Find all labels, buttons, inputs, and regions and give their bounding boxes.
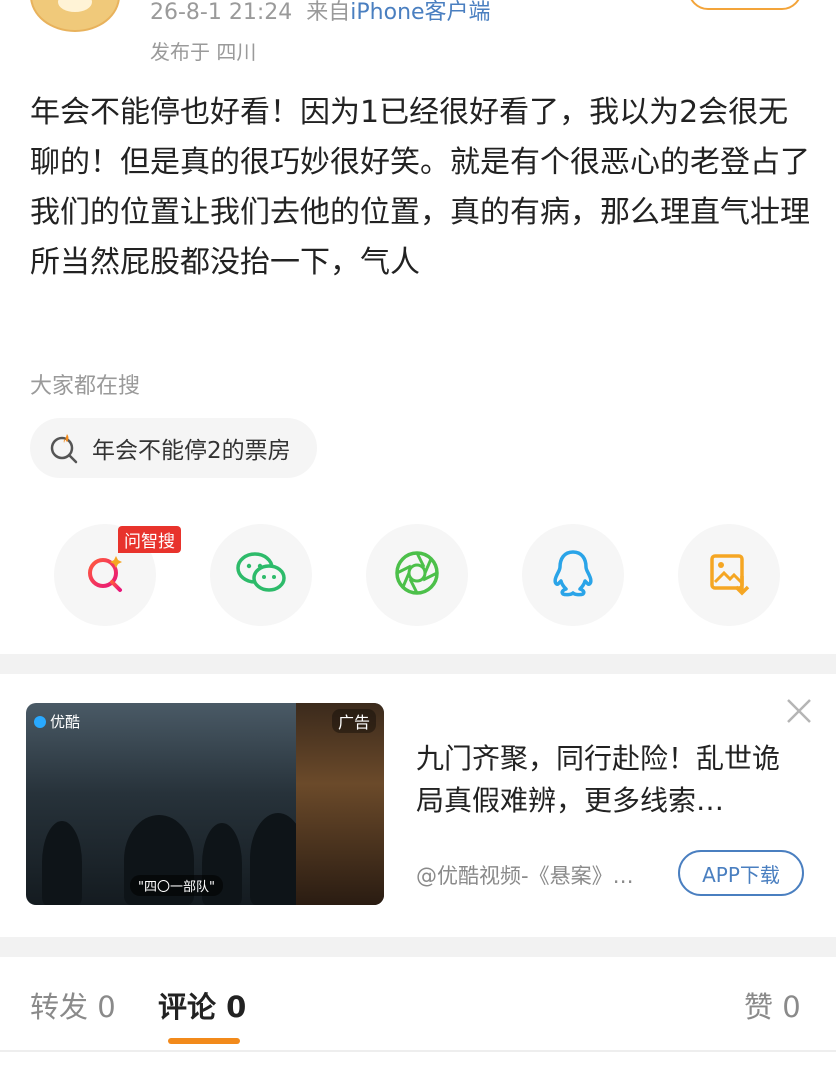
share-qq-button[interactable] xyxy=(522,524,624,626)
trending-search-chip[interactable]: 年会不能停2的票房 xyxy=(30,418,317,478)
save-image-icon xyxy=(706,550,752,600)
active-tab-indicator xyxy=(168,1038,240,1044)
ad-brand: 优酷 xyxy=(34,711,80,732)
tab-divider xyxy=(0,1050,836,1052)
post-source[interactable]: iPhone客户端 xyxy=(350,0,490,25)
ai-search-badge: 问智搜 xyxy=(118,526,181,553)
post-location: 发布于 四川 xyxy=(150,40,257,64)
app-download-button[interactable]: APP下载 xyxy=(678,850,804,896)
qq-icon xyxy=(551,548,595,602)
hot-search-icon xyxy=(46,430,82,466)
ad-poster xyxy=(296,703,384,905)
wechat-icon xyxy=(233,549,289,601)
ad-headline[interactable]: 九门齐聚，同行赴险！乱世诡局真假难辨，更多线索… xyxy=(416,738,806,822)
ad-tag: 广告 xyxy=(331,709,376,733)
source-prefix: 来自 xyxy=(306,0,351,25)
ad-brand-label: 优酷 xyxy=(50,713,81,731)
follow-button[interactable] xyxy=(688,0,802,10)
post-meta: 26-8-1 21:24 来自iPhone客户端 xyxy=(150,0,491,26)
tab-repost[interactable]: 转发 0 xyxy=(30,984,116,1026)
ad-figure xyxy=(42,821,82,905)
youku-logo-icon xyxy=(34,715,46,728)
ad-close-button[interactable] xyxy=(784,696,814,726)
user-avatar[interactable] xyxy=(30,0,120,32)
ad-image[interactable]: 优酷 广告 "四〇一部队" xyxy=(26,703,384,905)
post-text: 年会不能停也好看！因为1已经很好看了，我以为2会很无聊的！但是真的很巧妙很好笑。… xyxy=(30,95,810,280)
section-divider xyxy=(0,654,836,674)
close-icon xyxy=(784,699,814,730)
save-image-button[interactable] xyxy=(678,524,780,626)
share-moments-button[interactable] xyxy=(366,524,468,626)
tab-comment[interactable]: 评论 0 xyxy=(158,984,246,1026)
trending-search-text: 年会不能停2的票房 xyxy=(92,438,291,464)
tab-like[interactable]: 赞 0 xyxy=(744,984,801,1026)
post-timestamp: 26-8-1 21:24 xyxy=(150,0,293,25)
share-wechat-button[interactable] xyxy=(210,524,312,626)
avatar-face xyxy=(58,0,92,12)
ad-image-caption: "四〇一部队" xyxy=(130,875,223,896)
search-section-title: 大家都在搜 xyxy=(30,374,141,399)
moments-icon xyxy=(393,549,441,601)
ad-source: @优酷视频-《悬案》… xyxy=(416,864,634,888)
section-divider xyxy=(0,937,836,957)
ai-search-icon xyxy=(82,550,128,600)
